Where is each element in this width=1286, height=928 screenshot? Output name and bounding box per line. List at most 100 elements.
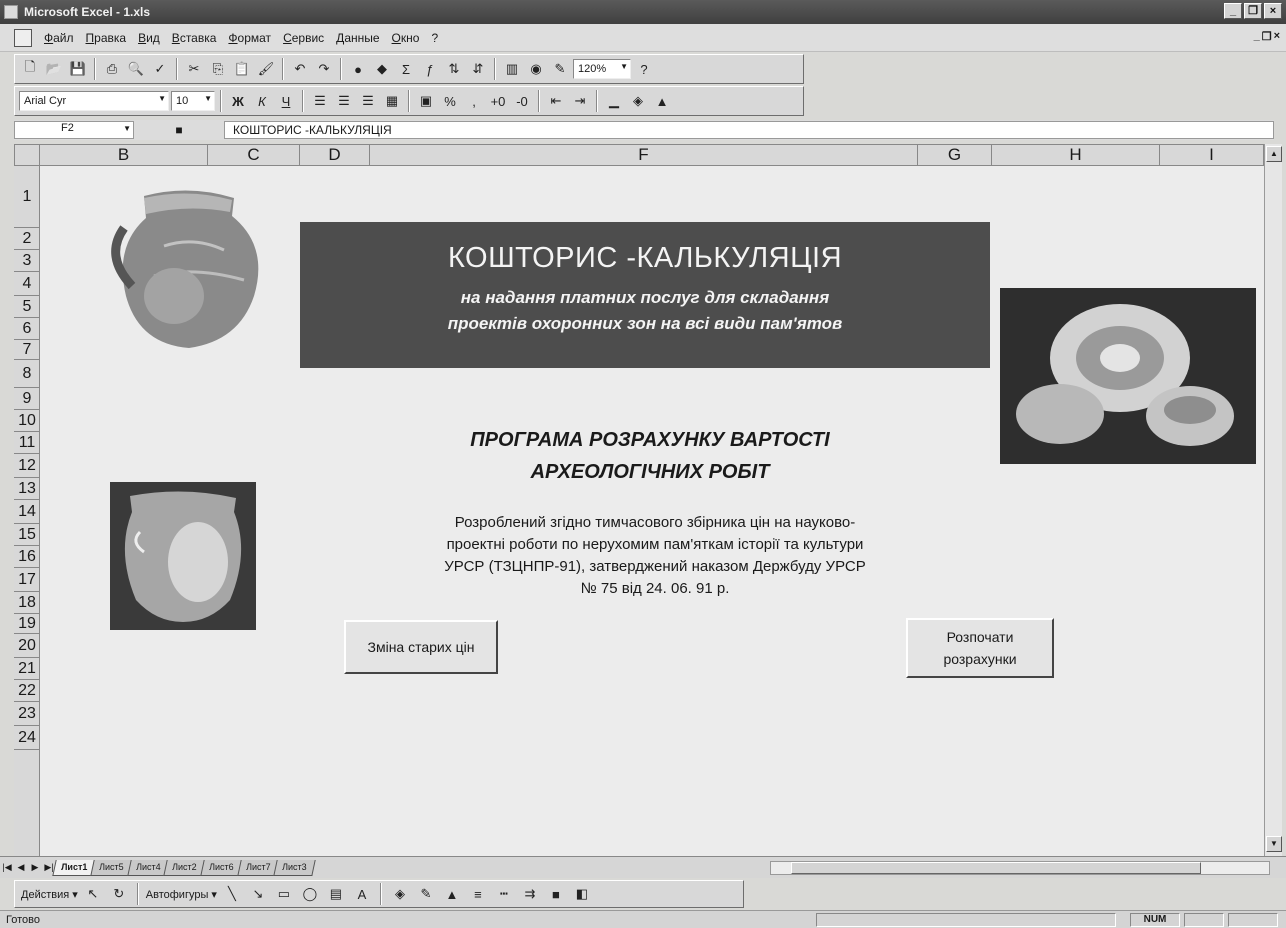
row-header-14[interactable]: 14	[14, 500, 40, 524]
doc-minimize-button[interactable]: _	[1254, 30, 1260, 43]
help-icon[interactable]: ?	[633, 58, 655, 80]
row-header-12[interactable]: 12	[14, 454, 40, 478]
row-header-24[interactable]: 24	[14, 726, 40, 750]
3d-icon[interactable]: ◧	[571, 883, 593, 905]
row-header-2[interactable]: 2	[14, 228, 40, 250]
merge-center-icon[interactable]: ▦	[381, 90, 403, 112]
row-header-19[interactable]: 19	[14, 614, 40, 634]
increase-indent-icon[interactable]: ⇥	[569, 90, 591, 112]
function-icon[interactable]: ƒ	[419, 58, 441, 80]
sheet-tab-5[interactable]: Лист5	[90, 859, 133, 876]
row-header-7[interactable]: 7	[14, 340, 40, 360]
sheet-tab-1[interactable]: Лист1	[52, 859, 96, 876]
font-color-icon[interactable]: ▲	[441, 883, 463, 905]
select-all-corner[interactable]	[14, 144, 40, 166]
minimize-button[interactable]: _	[1224, 3, 1242, 19]
line-color-icon[interactable]: ✎	[415, 883, 437, 905]
menu-data[interactable]: Данные	[330, 31, 385, 45]
row-header-1[interactable]: 1	[14, 166, 40, 228]
autoshapes-menu[interactable]: Автофигуры ▾	[146, 888, 217, 901]
workbook-icon[interactable]	[14, 28, 32, 47]
scroll-thumb[interactable]	[791, 862, 1201, 874]
menu-window[interactable]: Окно	[386, 31, 426, 45]
bold-icon[interactable]: Ж	[227, 90, 249, 112]
hyperlink-icon[interactable]: ●	[347, 58, 369, 80]
rotate-icon[interactable]: ↻	[108, 883, 130, 905]
row-header-15[interactable]: 15	[14, 524, 40, 546]
column-header-d[interactable]: D	[300, 145, 370, 165]
close-button[interactable]: ×	[1264, 3, 1282, 19]
vertical-scrollbar[interactable]: ▲ ▼	[1264, 144, 1282, 856]
font-size-select[interactable]: 10 ▼	[171, 91, 215, 111]
menu-help[interactable]: ?	[425, 31, 444, 45]
row-header-4[interactable]: 4	[14, 272, 40, 296]
fill-color-icon[interactable]: ◈	[627, 90, 649, 112]
map-icon[interactable]: ◉	[525, 58, 547, 80]
row-header-9[interactable]: 9	[14, 388, 40, 410]
row-header-22[interactable]: 22	[14, 680, 40, 702]
drawing-icon[interactable]: ✎	[549, 58, 571, 80]
doc-close-button[interactable]: ×	[1274, 30, 1280, 43]
line-icon[interactable]: ╲	[221, 883, 243, 905]
row-header-21[interactable]: 21	[14, 658, 40, 680]
print-icon[interactable]: ⎙	[101, 58, 123, 80]
line-style-icon[interactable]: ≡	[467, 883, 489, 905]
preview-icon[interactable]: 🔍	[125, 58, 147, 80]
horizontal-scrollbar[interactable]	[770, 861, 1270, 875]
row-header-23[interactable]: 23	[14, 702, 40, 726]
row-header-18[interactable]: 18	[14, 592, 40, 614]
edit-formula-icon[interactable]: ■	[134, 123, 224, 137]
row-header-17[interactable]: 17	[14, 568, 40, 592]
format-painter-icon[interactable]: 🖌	[255, 58, 277, 80]
row-header-8[interactable]: 8	[14, 360, 40, 388]
menu-insert[interactable]: Вставка	[166, 31, 223, 45]
spelling-icon[interactable]: ✓	[149, 58, 171, 80]
first-sheet-icon[interactable]: |◀	[0, 862, 14, 873]
underline-icon[interactable]: Ч	[275, 90, 297, 112]
decrease-decimal-icon[interactable]: -0	[511, 90, 533, 112]
doc-restore-button[interactable]: ❐	[1262, 30, 1272, 43]
name-box[interactable]: F2 ▼	[14, 121, 134, 139]
wordart-icon[interactable]: A	[351, 883, 373, 905]
open-icon[interactable]: 📂	[43, 58, 65, 80]
sort-desc-icon[interactable]: ⇵	[467, 58, 489, 80]
textbox-icon[interactable]: ▤	[325, 883, 347, 905]
redo-icon[interactable]: ↷	[313, 58, 335, 80]
column-header-b[interactable]: B	[40, 145, 208, 165]
column-header-c[interactable]: C	[208, 145, 300, 165]
formula-input[interactable]: КОШТОРИС -КАЛЬКУЛЯЦІЯ	[224, 121, 1274, 139]
menu-format[interactable]: Формат	[222, 31, 277, 45]
sheet-tab-7[interactable]: Лист7	[236, 859, 279, 876]
sheet-tab-6[interactable]: Лист6	[200, 859, 243, 876]
increase-decimal-icon[interactable]: +0	[487, 90, 509, 112]
align-center-icon[interactable]: ☰	[333, 90, 355, 112]
arrow-icon[interactable]: ↘	[247, 883, 269, 905]
undo-icon[interactable]: ↶	[289, 58, 311, 80]
oval-icon[interactable]: ◯	[299, 883, 321, 905]
fill-color-icon[interactable]: ◈	[389, 883, 411, 905]
menu-view[interactable]: Вид	[132, 31, 166, 45]
decrease-indent-icon[interactable]: ⇤	[545, 90, 567, 112]
column-header-h[interactable]: H	[992, 145, 1160, 165]
column-header-g[interactable]: G	[918, 145, 992, 165]
percent-icon[interactable]: %	[439, 90, 461, 112]
paste-icon[interactable]: 📋	[231, 58, 253, 80]
change-old-prices-button[interactable]: Зміна старих цін	[344, 620, 498, 674]
rectangle-icon[interactable]: ▭	[273, 883, 295, 905]
start-calculation-button[interactable]: Розпочати розрахунки	[906, 618, 1054, 678]
actions-menu[interactable]: Действия ▾	[21, 888, 78, 901]
menu-edit[interactable]: Правка	[80, 31, 133, 45]
scroll-up-icon[interactable]: ▲	[1266, 146, 1282, 162]
shadow-icon[interactable]: ■	[545, 883, 567, 905]
italic-icon[interactable]: К	[251, 90, 273, 112]
borders-icon[interactable]: ▁	[603, 90, 625, 112]
sheet-tab-3[interactable]: Лист3	[273, 859, 316, 876]
new-icon[interactable]: 🗋	[19, 58, 41, 80]
currency-icon[interactable]: ▣	[415, 90, 437, 112]
select-objects-icon[interactable]: ↖	[82, 883, 104, 905]
sort-asc-icon[interactable]: ⇅	[443, 58, 465, 80]
row-header-13[interactable]: 13	[14, 478, 40, 500]
row-header-6[interactable]: 6	[14, 318, 40, 340]
row-header-5[interactable]: 5	[14, 296, 40, 318]
restore-button[interactable]: ❐	[1244, 3, 1262, 19]
